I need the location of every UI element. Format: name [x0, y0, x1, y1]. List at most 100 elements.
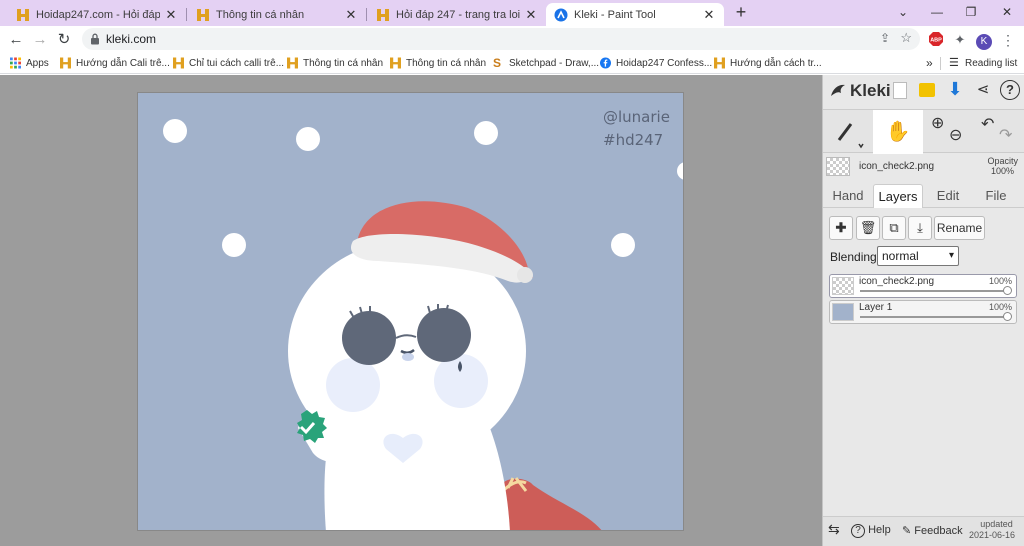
abp-label: ABP	[930, 38, 942, 44]
facebook-icon	[600, 57, 611, 69]
lock-icon	[91, 33, 99, 45]
bookmark-thong-tin-2[interactable]: Thông tin cá nhân	[390, 55, 486, 71]
forward-arrow-icon[interactable]: →	[29, 29, 51, 51]
delete-layer-button[interactable]: 🗑	[856, 216, 880, 240]
merge-layer-button[interactable]: ⤓	[908, 216, 932, 240]
tab-edit[interactable]: Edit	[927, 184, 969, 208]
back-arrow-icon[interactable]: ←	[5, 29, 27, 51]
redo-icon[interactable]: ↷	[999, 126, 1012, 146]
reading-list-label: Reading list	[965, 57, 1018, 69]
tab-title: Hoidap247.com - Hỏi đáp online	[36, 8, 160, 21]
download-icon[interactable]: ⬇	[945, 79, 965, 101]
blush-right	[434, 354, 488, 408]
reading-list-button[interactable]: ☰ Reading list	[949, 55, 1017, 71]
tab-kleki[interactable]: Kleki - Paint Tool ✕	[546, 3, 724, 26]
extensions-puzzle-icon[interactable]: ✦	[951, 31, 969, 49]
hoidap-logo-icon	[17, 8, 29, 21]
bookmark-chi-tui[interactable]: Chỉ tui cách calli trê...	[173, 55, 284, 71]
star-icon[interactable]: ☆	[900, 30, 912, 46]
blending-label: Blending	[830, 250, 877, 264]
tab-title: Kleki - Paint Tool	[574, 8, 656, 21]
bookmark-thong-tin-1[interactable]: Thông tin cá nhân	[287, 55, 383, 71]
menu-kebab-icon[interactable]: ⋮	[999, 31, 1017, 49]
hoidap-logo-icon	[714, 57, 725, 69]
zoom-out-icon[interactable]: ⊖	[949, 126, 962, 146]
hoidap-logo-icon	[173, 57, 184, 69]
tab-search-chevron-icon[interactable]: ⌄	[892, 3, 914, 21]
bookmark-huong-dan-cach[interactable]: Hướng dẫn cách tr...	[714, 55, 822, 71]
kleki-logo[interactable]: Kleki	[829, 79, 891, 103]
close-icon[interactable]: ✕	[344, 7, 358, 23]
drawing-canvas[interactable]: @lunarie #hd247	[137, 92, 684, 531]
tab-thong-tin[interactable]: Thông tin cá nhân ✕	[188, 3, 366, 26]
help-icon[interactable]: ?	[1000, 80, 1020, 100]
help-button[interactable]: ? Help	[851, 524, 891, 538]
bookmark-apps[interactable]: Apps	[10, 55, 49, 71]
share-icon[interactable]: ⋖	[973, 80, 993, 102]
new-tab-button[interactable]: +	[732, 3, 750, 23]
tab-layers[interactable]: Layers	[873, 184, 923, 208]
add-layer-button[interactable]: ✚	[829, 216, 853, 240]
updated-label: updated	[980, 519, 1013, 529]
zoom-in-icon[interactable]: ⊕	[931, 114, 944, 134]
bookmark-label: Hoidap247 Confess...	[616, 57, 713, 69]
close-icon[interactable]: ✕	[702, 7, 716, 23]
browser-toolbar: ← → ↻ kleki.com ⇪ ☆ ABP ✦ K ⋮	[0, 26, 1024, 53]
tab-title: Hỏi đáp 247 - trang tra loi	[396, 8, 520, 21]
feedback-button[interactable]: ✎ Feedback	[902, 524, 963, 537]
tab-hoidap-tra-loi[interactable]: Hỏi đáp 247 - trang tra loi ✕	[368, 3, 546, 26]
new-file-icon[interactable]	[893, 82, 907, 99]
layer-row-layer-1[interactable]: Layer 1 100%	[829, 300, 1017, 324]
canvas-stage[interactable]: @lunarie #hd247	[0, 75, 822, 546]
hand-tool-icon[interactable]: ✋	[873, 110, 923, 154]
duplicate-layer-button[interactable]: ⧉	[882, 216, 906, 240]
snow-dot	[222, 233, 246, 257]
bookmark-huong-dan-cali[interactable]: Hướng dẫn Cali trê...	[60, 55, 170, 71]
restore-icon[interactable]: ❐	[960, 3, 982, 21]
open-folder-icon[interactable]	[919, 83, 935, 97]
adblock-icon[interactable]: ABP	[927, 31, 945, 49]
slider-knob[interactable]	[1003, 312, 1012, 321]
opacity-label: Opacity	[987, 156, 1018, 166]
layer-opacity-slider[interactable]	[860, 316, 1008, 318]
close-icon[interactable]: ✕	[524, 7, 538, 23]
help-label: Help	[868, 524, 891, 536]
blending-select[interactable]: normal ▾	[877, 246, 959, 266]
bookmarks-overflow-button[interactable]: »	[926, 55, 933, 71]
snow-dot	[474, 121, 498, 145]
snow-dot	[611, 233, 635, 257]
layer-opacity-slider[interactable]	[860, 290, 1008, 292]
close-icon[interactable]: ✕	[164, 7, 178, 23]
logo-text: Kleki	[850, 81, 891, 100]
bookmark-confession[interactable]: Hoidap247 Confess...	[600, 55, 712, 71]
glasses-left	[342, 311, 396, 365]
window-close-icon[interactable]: ✕	[996, 3, 1018, 21]
swap-sides-icon[interactable]: ⇆	[828, 521, 840, 538]
hoidap-logo-icon	[197, 8, 209, 21]
kleki-app: @lunarie #hd247 Kleki ⬇ ⋖ ? ✋ ⊕ ⊖ ↶ ↷ ic…	[0, 75, 1024, 546]
updated-date: 2021-06-16	[969, 530, 1016, 540]
updated-info[interactable]: updated 2021-06-16	[969, 519, 1015, 541]
share-icon[interactable]: ⇪	[880, 31, 890, 45]
kleki-logo-icon	[554, 8, 568, 21]
bookmark-label: Hướng dẫn Cali trê...	[76, 57, 170, 69]
tab-hand[interactable]: Hand	[827, 184, 869, 208]
kleki-side-panel: Kleki ⬇ ⋖ ? ✋ ⊕ ⊖ ↶ ↷ icon_check2.png Op…	[822, 75, 1024, 546]
address-bar[interactable]: kleki.com ⇪ ☆	[82, 28, 920, 50]
undo-icon[interactable]: ↶	[981, 115, 994, 135]
zoom-controls: ⊕ ⊖	[929, 110, 971, 154]
minimize-icon[interactable]: —	[926, 3, 948, 21]
bookmark-sketchpad[interactable]: S Sketchpad - Draw,...	[493, 55, 599, 71]
reload-icon[interactable]: ↻	[53, 29, 75, 51]
rename-layer-button[interactable]: Rename	[934, 216, 985, 240]
brush-tool-icon[interactable]	[823, 110, 869, 154]
bookmarks-bar: Apps Hướng dẫn Cali trê... Chỉ tui cách …	[0, 53, 1024, 74]
feedback-label: Feedback	[914, 525, 963, 537]
avatar[interactable]: K	[975, 31, 993, 50]
tab-file[interactable]: File	[975, 184, 1017, 208]
nose	[402, 353, 414, 361]
slider-knob[interactable]	[1003, 286, 1012, 295]
tab-hoidap247[interactable]: Hoidap247.com - Hỏi đáp online ✕	[8, 3, 186, 26]
snow-dot	[163, 119, 187, 143]
layer-row-icon-check[interactable]: icon_check2.png 100%	[829, 274, 1017, 298]
